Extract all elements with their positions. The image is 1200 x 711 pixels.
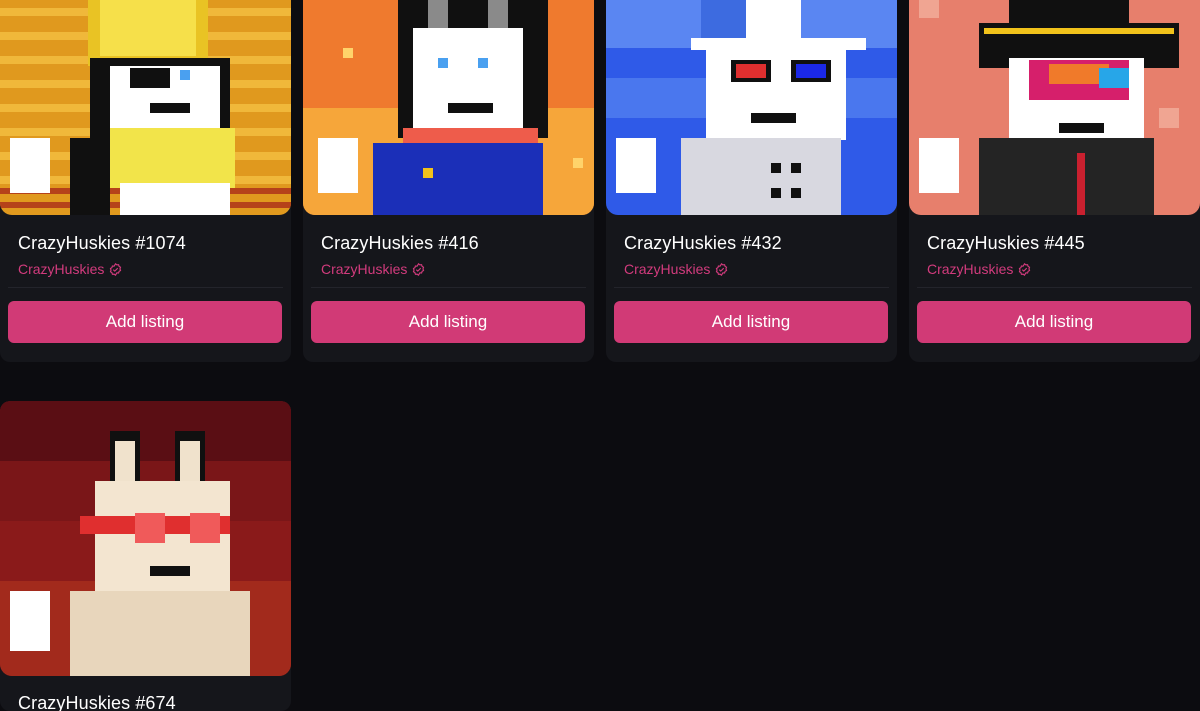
nft-image-huskie-heart-glasses[interactable] xyxy=(0,401,291,676)
collection-name: CrazyHuskies xyxy=(321,261,408,277)
nft-card[interactable]: CrazyHuskies #674 xyxy=(0,401,291,711)
add-listing-button[interactable]: Add listing xyxy=(917,301,1191,343)
nft-card[interactable]: CrazyHuskies #445 CrazyHuskies Add listi… xyxy=(909,0,1200,362)
collection-name: CrazyHuskies xyxy=(18,261,105,277)
nft-card[interactable]: CrazyHuskies #1074 CrazyHuskies Add list… xyxy=(0,0,291,362)
add-listing-button[interactable]: Add listing xyxy=(8,301,282,343)
nft-card[interactable]: CrazyHuskies #432 CrazyHuskies Add listi… xyxy=(606,0,897,362)
verified-badge-icon xyxy=(110,262,122,276)
collection-name: CrazyHuskies xyxy=(927,261,1014,277)
collection-name: CrazyHuskies xyxy=(624,261,711,277)
divider xyxy=(311,287,586,288)
nft-image-huskie-pirate[interactable] xyxy=(909,0,1200,215)
add-listing-button[interactable]: Add listing xyxy=(614,301,888,343)
collection-link[interactable]: CrazyHuskies xyxy=(18,261,283,277)
nft-title: CrazyHuskies #445 xyxy=(927,233,1085,253)
verified-badge-icon xyxy=(716,262,728,276)
verified-badge-icon xyxy=(1019,262,1031,276)
collection-link[interactable]: CrazyHuskies xyxy=(927,261,1192,277)
divider xyxy=(8,287,283,288)
nft-image-huskie-bandana[interactable] xyxy=(303,0,594,215)
nft-title: CrazyHuskies #416 xyxy=(321,233,479,253)
nft-title: CrazyHuskies #1074 xyxy=(18,233,186,253)
collection-link[interactable]: CrazyHuskies xyxy=(624,261,889,277)
verified-badge-icon xyxy=(413,262,425,276)
divider xyxy=(917,287,1192,288)
add-listing-button[interactable]: Add listing xyxy=(311,301,585,343)
divider xyxy=(614,287,889,288)
nft-image-huskie-crown[interactable] xyxy=(0,0,291,215)
nft-title: CrazyHuskies #432 xyxy=(624,233,782,253)
nft-image-huskie-3d-glasses[interactable] xyxy=(606,0,897,215)
collection-link[interactable]: CrazyHuskies xyxy=(321,261,586,277)
nft-title: CrazyHuskies #674 xyxy=(18,693,176,711)
nft-card[interactable]: CrazyHuskies #416 CrazyHuskies Add listi… xyxy=(303,0,594,362)
